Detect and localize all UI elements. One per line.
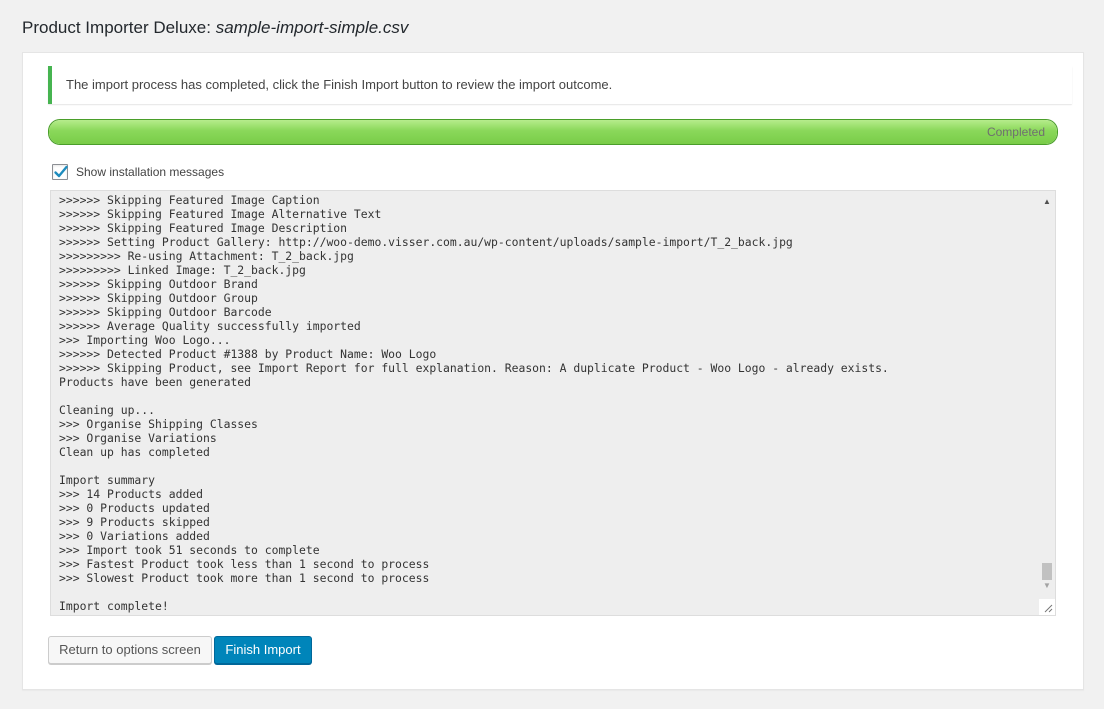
progress-bar: Completed: [48, 119, 1058, 145]
log-line: >>> Organise Variations: [59, 431, 217, 445]
log-line: Import complete!: [59, 599, 169, 613]
show-messages-label: Show installation messages: [76, 165, 225, 179]
arrow-down-icon[interactable]: ▼: [1039, 579, 1055, 593]
scrollbar-thumb[interactable]: [1042, 563, 1052, 580]
log-line: >>>>>> Skipping Featured Image Descripti…: [59, 221, 348, 235]
log-line: >>>>>> Skipping Outdoor Brand: [59, 277, 258, 291]
log-line: Clean up has completed: [59, 445, 210, 459]
log-line: >>> 9 Products skipped: [59, 515, 210, 529]
page-title-prefix: Product Importer Deluxe:: [22, 18, 211, 37]
resize-grip-lines: [1044, 604, 1053, 613]
log-line: >>>>>> Skipping Featured Image Alternati…: [59, 207, 382, 221]
notice-text: The import process has completed, click …: [66, 77, 613, 92]
action-buttons: Return to options screen Finish Import: [48, 636, 312, 664]
installation-log-text: >>>>>> Skipping Featured Image Caption >>…: [51, 191, 1039, 615]
log-line: >>>>>> Skipping Outdoor Group: [59, 291, 258, 305]
log-line: >>>>>> Skipping Featured Image Caption: [59, 193, 320, 207]
show-messages-toggle[interactable]: Show installation messages: [52, 163, 224, 181]
page-title: Product Importer Deluxe: sample-import-s…: [22, 16, 408, 40]
log-scrollbar[interactable]: ▲ ▼: [1039, 191, 1055, 615]
log-line: >>>>>> Setting Product Gallery: http://w…: [59, 235, 793, 249]
log-line: >>>>>>>>> Re-using Attachment: T_2_back.…: [59, 249, 354, 263]
log-line: >>> 14 Products added: [59, 487, 204, 501]
log-line: Cleaning up...: [59, 403, 156, 417]
log-line: >>> Fastest Product took less than 1 sec…: [59, 557, 430, 571]
log-line: >>> 0 Products updated: [59, 501, 210, 515]
log-line: >>>>>> Detected Product #1388 by Product…: [59, 347, 437, 361]
return-to-options-button[interactable]: Return to options screen: [48, 636, 212, 664]
import-panel: The import process has completed, click …: [22, 52, 1084, 690]
show-messages-checkbox[interactable]: [52, 164, 68, 180]
arrow-up-icon[interactable]: ▲: [1039, 195, 1055, 209]
log-line: >>>>>> Skipping Product, see Import Repo…: [59, 361, 889, 375]
log-line: >>> Import took 51 seconds to complete: [59, 543, 320, 557]
log-line: >>>>>>>>> Linked Image: T_2_back.jpg: [59, 263, 306, 277]
progress-bar-fill: [49, 120, 1057, 144]
checkmark-icon: [54, 165, 68, 178]
log-line: Import summary: [59, 473, 156, 487]
log-line: Products have been generated: [59, 375, 252, 389]
log-line: >>> Slowest Product took more than 1 sec…: [59, 571, 430, 585]
log-line: >>> 0 Variations added: [59, 529, 210, 543]
log-line: >>> Organise Shipping Classes: [59, 417, 258, 431]
log-line: >>> Importing Woo Logo...: [59, 333, 231, 347]
log-line: >>>>>> Average Quality successfully impo…: [59, 319, 361, 333]
page-title-filename: sample-import-simple.csv: [215, 18, 409, 37]
finish-import-button[interactable]: Finish Import: [214, 636, 312, 664]
log-line: >>>>>> Skipping Outdoor Barcode: [59, 305, 272, 319]
progress-label: Completed: [986, 125, 1045, 139]
installation-log[interactable]: >>>>>> Skipping Featured Image Caption >>…: [50, 190, 1056, 616]
resize-grip-icon[interactable]: [1039, 599, 1055, 615]
success-notice: The import process has completed, click …: [48, 66, 1072, 104]
log-lines: >>>>>> Skipping Featured Image Caption >>…: [59, 193, 889, 613]
